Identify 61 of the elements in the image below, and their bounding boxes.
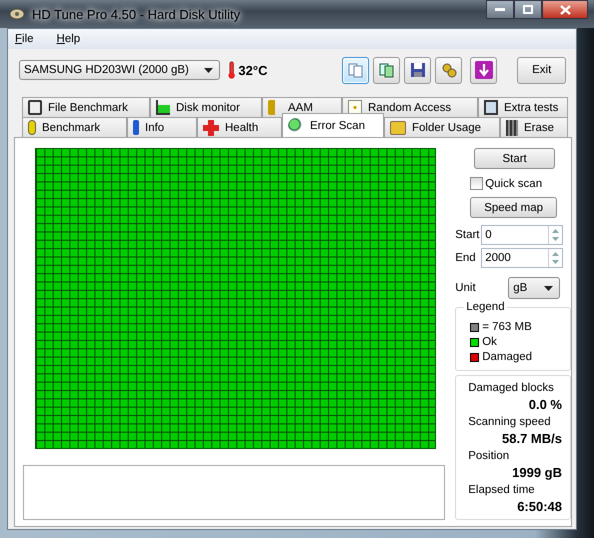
legend-title: Legend [464,301,507,313]
documents-icon [378,62,395,78]
legend-label: Ok [482,335,497,350]
spin-arrows-icon [551,227,560,243]
quick-scan-checkbox[interactable] [470,177,484,190]
copy-button[interactable] [342,56,370,84]
number-spinner[interactable]: 2000 [481,248,564,268]
stat-label: Position [468,449,510,464]
field-label: End [455,252,477,264]
minimize-icon [495,8,505,12]
tab[interactable]: File Benchmark [22,97,150,117]
start-button[interactable]: Start [474,148,555,169]
tab[interactable]: Info [127,117,197,137]
tab[interactable]: Benchmark [22,117,127,137]
legend-label: = 763 MB [482,320,532,335]
coins-icon [440,62,457,78]
tab[interactable]: Error Scan [282,113,384,137]
download-button[interactable] [470,56,498,84]
stat-value: 58.7 MB/s [501,430,562,448]
maximize-icon [523,5,533,14]
stat-label: Elapsed time [468,483,536,498]
folder-icon [390,120,406,134]
tab[interactable]: Health [197,117,282,137]
copy-all-button[interactable] [373,56,400,84]
drive-dropdown[interactable]: SAMSUNG HD203WI (2000 gB) [19,60,220,80]
tab[interactable]: Random Access [342,97,478,117]
stat-value: 6:50:48 [516,498,562,516]
tab[interactable]: Disk monitor [150,97,262,117]
chart-icon [156,100,170,115]
save-button[interactable] [404,56,432,84]
field-label: Unit [455,282,477,294]
tab[interactable]: Erase [500,117,568,137]
minimize-button[interactable] [486,0,514,19]
stat-label: Damaged blocks [468,381,555,396]
close-icon [560,4,570,14]
dropdown-arrow-icon [544,286,554,290]
spin-arrows-icon [551,250,560,266]
stat-value: 0.0 % [528,396,562,414]
stat-value: 1999 gB [511,464,562,482]
maximize-button[interactable] [514,0,542,19]
exit-button[interactable]: Exit [517,56,566,84]
window-title: HD Tune Pro 4.50 - Hard Disk Utility [32,6,242,22]
quick-scan-label: Quick scan [485,178,542,190]
legend-label: Damaged [482,350,532,365]
menu-item[interactable]: File [15,33,34,45]
field-label: Start [455,229,478,241]
dropdown-arrow-icon [204,68,214,72]
thermometer-icon [228,60,236,80]
menu-item[interactable]: Help [56,33,80,45]
temperature-reading: 32°C [238,62,268,78]
stat-label: Scanning speed [468,415,552,430]
screenshot-button[interactable] [435,56,462,84]
unit-dropdown[interactable]: gB [508,277,560,299]
number-spinner[interactable]: 0 [481,225,564,245]
documents-icon [348,62,364,78]
tab[interactable]: Extra tests [478,97,568,117]
speed-map-button[interactable]: Speed map [470,197,557,218]
disk-icon [9,7,25,21]
close-button[interactable] [542,0,588,19]
table-icon [484,100,498,115]
tab[interactable]: Folder Usage [384,117,500,137]
